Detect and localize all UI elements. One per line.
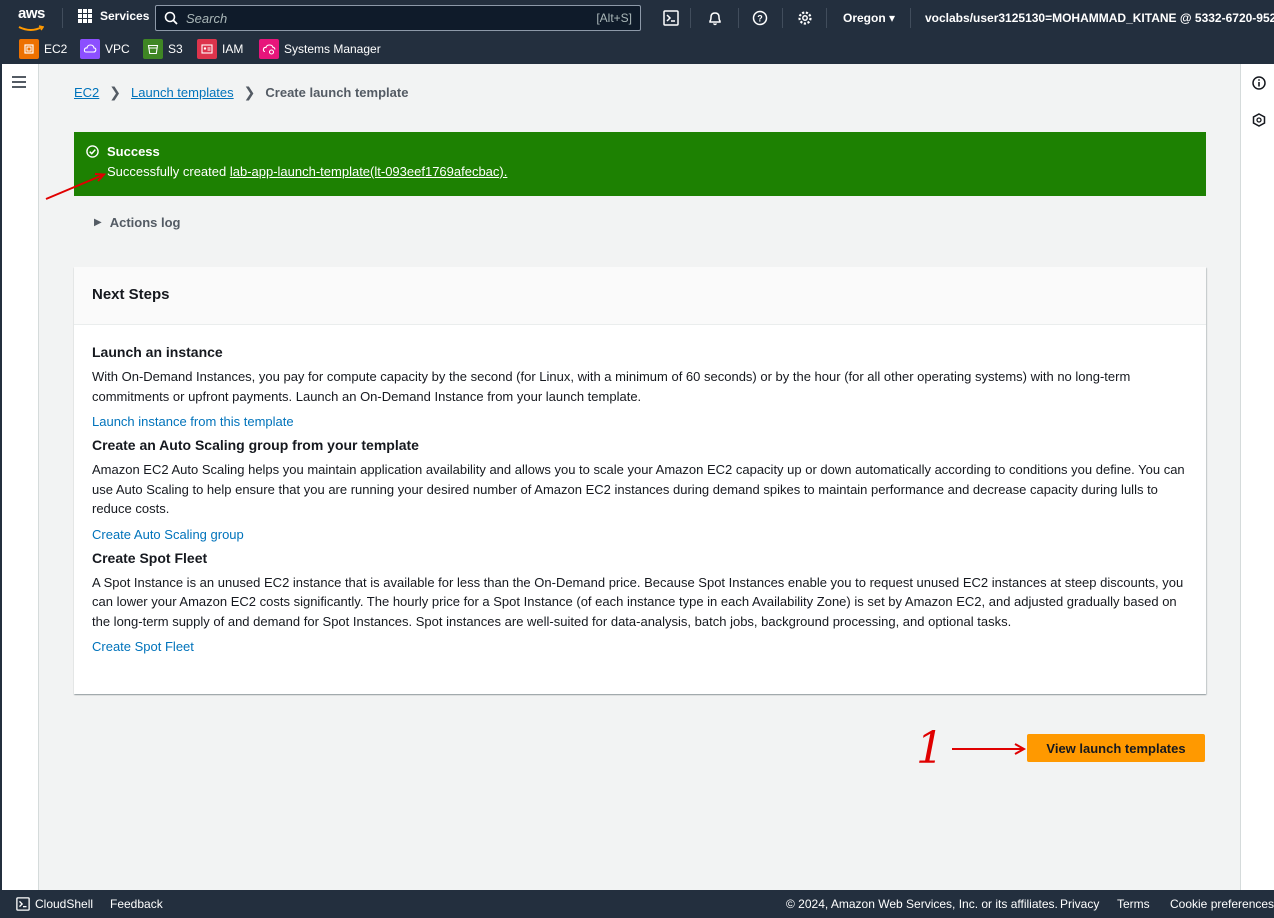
annotation-number: 1 — [916, 723, 944, 774]
hamburger-menu-icon[interactable] — [12, 76, 26, 88]
launch-template-link[interactable]: lab-app-launch-template(lt-093eef1769afe… — [230, 164, 508, 179]
favorite-systems-manager[interactable]: Systems Manager — [259, 39, 381, 59]
terms-link[interactable]: Terms — [1117, 897, 1150, 911]
breadcrumb: EC2 ❯ Launch templates ❯ Create launch t… — [74, 84, 408, 101]
section-text: With On-Demand Instances, you pay for co… — [92, 369, 1131, 404]
region-selector[interactable]: Oregon ▾ — [843, 11, 895, 25]
chevron-right-icon: ❯ — [243, 84, 256, 100]
success-message: Successfully created lab-app-launch-temp… — [107, 164, 1194, 179]
create-spot-fleet-link[interactable]: Create Spot Fleet — [92, 639, 1188, 654]
breadcrumb-ec2-link[interactable]: EC2 — [74, 85, 99, 100]
nav-separator — [826, 8, 827, 28]
nav-separator — [738, 8, 739, 28]
cookie-preferences-link[interactable]: Cookie preferences — [1170, 897, 1274, 911]
feedback-link[interactable]: Feedback — [110, 897, 163, 911]
search-icon — [164, 11, 178, 25]
annotation-arrow-success — [45, 173, 107, 200]
help-icon[interactable]: ? — [751, 9, 769, 27]
nav-separator — [782, 8, 783, 28]
favorite-iam[interactable]: IAM — [197, 39, 243, 59]
s3-bucket-icon — [143, 39, 163, 59]
favorite-label: Systems Manager — [284, 42, 381, 56]
actions-log-label: Actions log — [109, 215, 181, 230]
gear-icon[interactable] — [796, 9, 814, 27]
copyright-text: © 2024, Amazon Web Services, Inc. or its… — [786, 897, 1058, 911]
annotation-arrow-button — [952, 743, 1027, 755]
cloudshell-button[interactable]: CloudShell — [16, 897, 93, 911]
region-label: Oregon — [843, 11, 886, 25]
section-heading: Launch an instance — [92, 344, 223, 360]
favorite-label: IAM — [222, 42, 244, 56]
favorite-ec2[interactable]: EC2 — [19, 39, 67, 59]
left-rail — [0, 64, 39, 890]
grid-icon — [78, 9, 92, 23]
left-rail-edge — [0, 64, 2, 890]
next-steps-body: Launch an instance With On-Demand Instan… — [74, 325, 1206, 654]
footer: CloudShell Feedback © 2024, Amazon Web S… — [0, 890, 1274, 918]
chevron-right-icon: ❯ — [109, 84, 122, 100]
create-auto-scaling-group-link[interactable]: Create Auto Scaling group — [92, 527, 1188, 542]
section-heading: Create Spot Fleet — [92, 549, 208, 566]
view-launch-templates-button[interactable]: View launch templates — [1027, 734, 1205, 762]
systems-manager-icon — [259, 39, 279, 59]
favorite-s3[interactable]: S3 — [143, 39, 183, 59]
top-navigation: aws Services [Alt+S] ? Oregon ▾ — [0, 0, 1274, 35]
next-steps-card: Next Steps Launch an instance With On-De… — [74, 267, 1206, 694]
cloudshell-label: CloudShell — [35, 897, 94, 911]
services-menu-button[interactable]: Services — [78, 9, 149, 23]
caret-down-icon: ▾ — [889, 11, 896, 25]
actions-log-toggle[interactable]: ▶ Actions log — [94, 215, 180, 230]
success-title-row: Success — [86, 144, 1194, 159]
spot-fleet-section: Create Spot Fleet A Spot Instance is an … — [92, 550, 1188, 655]
breadcrumb-launch-templates-link[interactable]: Launch templates — [131, 85, 234, 100]
aws-logo-text: aws — [18, 5, 45, 22]
search-box[interactable]: [Alt+S] — [155, 5, 641, 31]
next-steps-title: Next Steps — [74, 267, 1206, 325]
favorite-label: VPC — [105, 42, 130, 56]
vpc-icon — [80, 39, 100, 59]
nav-separator — [62, 8, 63, 28]
nav-separator — [910, 8, 911, 28]
search-shortcut: [Alt+S] — [596, 11, 632, 25]
aws-logo[interactable]: aws — [18, 5, 48, 31]
launch-instance-link[interactable]: Launch instance from this template — [92, 414, 1188, 429]
caret-right-icon: ▶ — [94, 217, 102, 228]
section-heading: Create an Auto Scaling group from your t… — [92, 437, 419, 453]
ec2-icon — [19, 39, 39, 59]
account-menu[interactable]: voclabs/user3125130=MOHAMMAD_KITANE @ 53… — [925, 11, 1274, 25]
success-title: Success — [107, 144, 160, 159]
account-label: voclabs/user3125130=MOHAMMAD_KITANE @ 53… — [925, 11, 1274, 25]
aws-smile-icon — [18, 25, 45, 31]
search-input[interactable] — [186, 10, 597, 26]
cloudshell-icon — [16, 897, 30, 911]
auto-scaling-section: Create an Auto Scaling group from your t… — [92, 437, 1188, 542]
launch-instance-section: Launch an instance With On-Demand Instan… — [92, 344, 1188, 429]
section-text: Amazon EC2 Auto Scaling helps you mainta… — [92, 462, 1185, 516]
section-text: A Spot Instance is an unused EC2 instanc… — [92, 574, 1184, 629]
favorites-bar: EC2 VPC S3 IAM Systems Manager — [0, 35, 1274, 64]
svg-text:?: ? — [757, 14, 763, 24]
favorite-label: S3 — [168, 42, 183, 56]
nav-separator — [690, 8, 691, 28]
check-circle-icon — [86, 145, 99, 158]
cloudshell-icon[interactable] — [662, 9, 680, 27]
main-content: EC2 ❯ Launch templates ❯ Create launch t… — [39, 64, 1240, 890]
right-rail — [1240, 64, 1274, 890]
success-message-prefix: Successfully created — [107, 164, 230, 179]
bell-icon[interactable] — [706, 9, 724, 27]
info-icon[interactable] — [1252, 76, 1266, 93]
iam-icon — [197, 39, 217, 59]
services-label: Services — [100, 9, 150, 23]
privacy-link[interactable]: Privacy — [1060, 897, 1099, 911]
breadcrumb-current: Create launch template — [265, 85, 409, 100]
hexagon-icon[interactable] — [1252, 113, 1266, 130]
favorite-vpc[interactable]: VPC — [80, 39, 130, 59]
favorite-label: EC2 — [44, 42, 68, 56]
success-alert: Success Successfully created lab-app-lau… — [74, 132, 1206, 196]
